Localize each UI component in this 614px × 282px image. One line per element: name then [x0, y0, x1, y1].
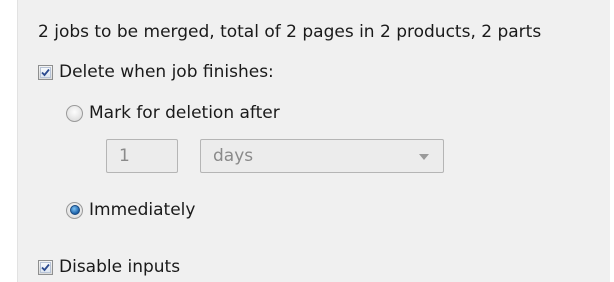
- mark-for-deletion-label: Mark for deletion after: [89, 103, 280, 123]
- checkmark-icon: [40, 261, 51, 273]
- deletion-delay-input[interactable]: 1: [106, 139, 178, 173]
- mark-for-deletion-radio[interactable]: [66, 104, 83, 122]
- radio-selected-dot-icon: [69, 205, 80, 215]
- delete-when-finished-row[interactable]: Delete when job finishes:: [38, 62, 274, 82]
- disable-inputs-checkbox[interactable]: [38, 259, 53, 275]
- deletion-unit-select[interactable]: days: [200, 139, 444, 173]
- immediately-radio[interactable]: [66, 201, 83, 219]
- chevron-down-icon: [419, 154, 429, 160]
- disable-inputs-row[interactable]: Disable inputs: [38, 257, 180, 277]
- deletion-delay-value: 1: [119, 146, 130, 166]
- merge-summary-text: 2 jobs to be merged, total of 2 pages in…: [38, 22, 542, 42]
- disable-inputs-label: Disable inputs: [59, 257, 181, 277]
- immediately-label: Immediately: [89, 200, 196, 220]
- deletion-unit-value: days: [213, 146, 254, 166]
- immediately-row[interactable]: Immediately: [66, 200, 195, 220]
- merge-options-panel: 2 jobs to be merged, total of 2 pages in…: [17, 0, 610, 282]
- mark-for-deletion-row[interactable]: Mark for deletion after: [66, 103, 280, 123]
- delete-when-finished-checkbox[interactable]: [38, 64, 53, 80]
- delete-when-finished-label: Delete when job finishes:: [59, 62, 274, 82]
- checkmark-icon: [40, 66, 51, 78]
